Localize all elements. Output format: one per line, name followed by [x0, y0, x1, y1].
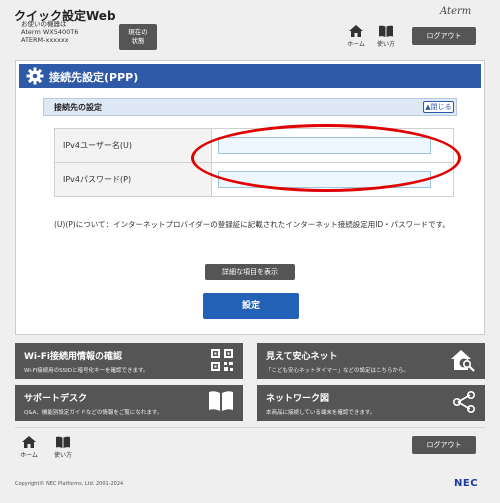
gear-icon: [26, 67, 44, 85]
footer-divider: [15, 427, 485, 428]
footer-logout-button[interactable]: ログアウト: [412, 436, 476, 454]
username-input[interactable]: [218, 137, 431, 154]
mieru-anshin-tile[interactable]: 見えて安心ネット 「こども安心ネットタイマー」などの設定はこちらから。: [257, 343, 485, 379]
aterm-logo: Aterm: [440, 6, 472, 17]
device-model: Aterm WX5400T6: [21, 28, 79, 36]
current-status-label-2: 状態: [131, 37, 145, 45]
home-icon: [349, 25, 363, 37]
tile-desc: 「こども安心ネットタイマー」などの設定はこちらから。: [266, 368, 410, 374]
password-input[interactable]: [218, 171, 431, 188]
connection-form: IPv4ユーザー名(U) IPv4パスワード(P): [54, 128, 454, 197]
book-icon: [209, 391, 233, 411]
wifi-info-tile[interactable]: Wi-Fi接続用情報の確認 Wi-Fi接続用のSSIDと暗号化キーを確認できます…: [15, 343, 243, 379]
apply-button[interactable]: 設定: [203, 293, 299, 319]
field-note: (U)(P)について：インターネットプロバイダーの登録証に記載されたインターネッ…: [54, 220, 450, 229]
tile-title: Wi-Fi接続用情報の確認: [24, 352, 122, 362]
home-search-icon: [451, 350, 475, 372]
section-title: 接続先の設定: [54, 103, 102, 112]
panel-header: 接続先設定(PPP): [19, 64, 481, 88]
help-nav[interactable]: 使い方: [374, 24, 398, 48]
tile-desc: 本商品に接続している端末を確認できます。: [266, 410, 376, 416]
network-map-tile[interactable]: ネットワーク図 本商品に接続している端末を確認できます。: [257, 385, 485, 421]
panel-title: 接続先設定(PPP): [49, 71, 139, 84]
tile-desc: Wi-Fi接続用のSSIDと暗号化キーを確認できます。: [24, 368, 149, 374]
tile-title: 見えて安心ネット: [266, 352, 338, 362]
device-name: ATERM-xxxxxx: [21, 36, 69, 44]
tile-title: サポートデスク: [24, 394, 88, 404]
logout-button[interactable]: ログアウト: [412, 27, 476, 45]
nec-logo: NEC: [454, 478, 479, 489]
show-details-button[interactable]: 詳細な項目を表示: [205, 264, 295, 280]
username-label: IPv4ユーザー名(U): [54, 128, 212, 163]
home-nav[interactable]: ホーム: [344, 24, 368, 48]
book-icon: [379, 25, 393, 37]
password-row: IPv4パスワード(P): [54, 162, 454, 197]
footer-home-nav[interactable]: ホーム: [17, 435, 41, 459]
help-label: 使い方: [376, 41, 395, 48]
home-label: ホーム: [347, 41, 365, 48]
footer-help-nav[interactable]: 使い方: [51, 435, 75, 459]
tile-desc: Q&A、機能別設定ガイドなどの情報をご覧になれます。: [24, 410, 163, 416]
section-header: 接続先の設定 ▲閉じる: [43, 98, 457, 116]
tile-title: ネットワーク図: [266, 394, 330, 404]
settings-panel: 接続先設定(PPP) 接続先の設定 ▲閉じる IPv4ユーザー名(U) IPv4…: [15, 60, 485, 335]
collapse-button[interactable]: ▲閉じる: [423, 101, 454, 113]
home-icon: [22, 436, 36, 448]
page-header: クイック設定Web お使いの機器は Aterm WX5400T6 ATERM-x…: [0, 0, 500, 56]
footer-home-label: ホーム: [20, 452, 38, 459]
network-icon: [452, 390, 476, 414]
support-desk-tile[interactable]: サポートデスク Q&A、機能別設定ガイドなどの情報をご覧になれます。: [15, 385, 243, 421]
current-status-label-1: 現在の: [128, 28, 148, 36]
qr-code-icon: [211, 349, 233, 371]
current-status-button[interactable]: 現在の 状態: [119, 24, 157, 50]
footer-help-label: 使い方: [53, 452, 72, 459]
book-icon: [56, 436, 70, 448]
device-info-line: お使いの機器は: [21, 20, 67, 28]
password-label: IPv4パスワード(P): [54, 162, 212, 197]
copyright-text: Copyright© NEC Platforms, Ltd. 2001-2024: [15, 481, 124, 487]
username-row: IPv4ユーザー名(U): [54, 128, 454, 163]
